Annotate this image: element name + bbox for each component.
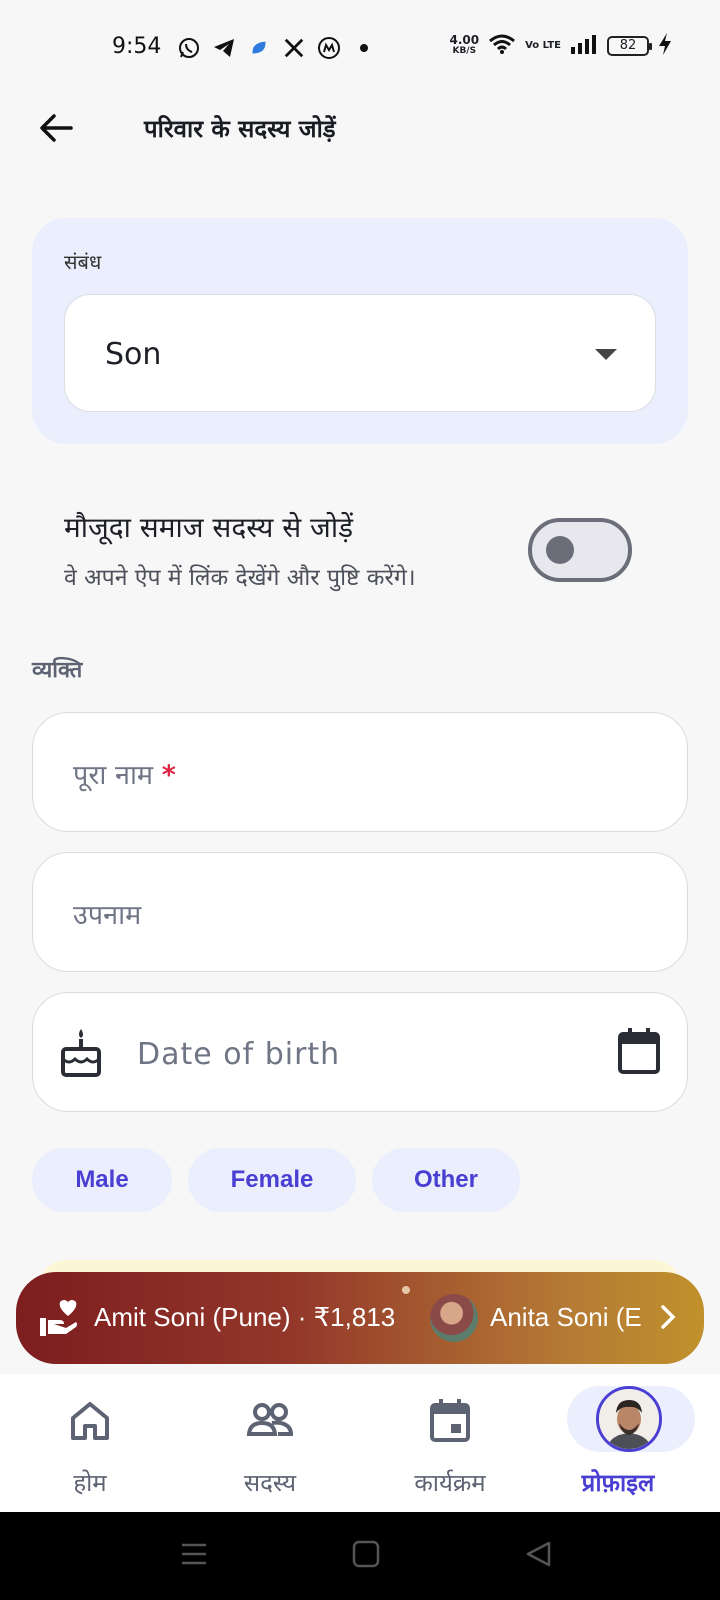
arrow-left-icon bbox=[40, 114, 73, 142]
gender-chip-female[interactable]: Female bbox=[188, 1148, 356, 1212]
cake-icon bbox=[61, 1029, 101, 1077]
nav-label-profile: प्रोफ़ाइल bbox=[581, 1469, 655, 1497]
x-icon bbox=[281, 35, 306, 60]
nickname-placeholder: उपनाम bbox=[73, 900, 142, 931]
date-of-birth-input[interactable]: Date of birth bbox=[32, 992, 688, 1112]
net-speed: 4.00 KB/S bbox=[449, 33, 480, 56]
notification-icons bbox=[176, 35, 376, 60]
full-name-placeholder: पूरा नाम * bbox=[73, 760, 176, 791]
system-indicators: 4.00 KB/S Vo LTE 82 bbox=[449, 33, 672, 59]
person-section-label: व्यक्ति bbox=[32, 658, 83, 683]
nav-label-events: कार्यक्रम bbox=[414, 1469, 486, 1497]
app-blue-icon bbox=[246, 35, 271, 60]
link-member-title: मौजूदा समाज सदस्य से जोड़ें bbox=[64, 511, 354, 544]
nav-item-home[interactable]: होम bbox=[0, 1374, 180, 1512]
charging-icon bbox=[658, 33, 672, 59]
full-name-input[interactable]: पूरा नाम * bbox=[32, 712, 688, 832]
donation-ticker[interactable]: Amit Soni (Pune) · ₹1,813 Anita Soni (E bbox=[16, 1272, 704, 1364]
dob-placeholder: Date of birth bbox=[137, 1037, 341, 1072]
wifi-icon bbox=[488, 33, 516, 59]
back-button[interactable] bbox=[36, 108, 76, 148]
ticker-item-1: Amit Soni (Pune) · ₹1,813 bbox=[94, 1302, 396, 1332]
page-title: परिवार के सदस्य जोड़ें bbox=[144, 115, 336, 143]
toggle-knob bbox=[546, 536, 574, 564]
members-icon bbox=[246, 1403, 294, 1436]
relation-label: संबंध bbox=[64, 250, 102, 274]
gender-chip-male[interactable]: Male bbox=[32, 1148, 172, 1212]
whatsapp-icon bbox=[176, 35, 201, 60]
back-triangle-icon[interactable] bbox=[524, 1540, 552, 1568]
calendar-event-icon bbox=[430, 1399, 470, 1442]
volte-indicator: Vo LTE bbox=[525, 40, 561, 51]
home-icon bbox=[71, 1402, 109, 1440]
nav-item-members[interactable]: सदस्य bbox=[180, 1374, 360, 1512]
relation-card: संबंध Son bbox=[32, 218, 688, 444]
donor-avatar bbox=[430, 1294, 478, 1342]
nav-label-home: होम bbox=[73, 1469, 107, 1497]
home-square-icon[interactable] bbox=[352, 1540, 380, 1568]
more-notifications-dot-icon bbox=[351, 35, 376, 60]
required-mark: * bbox=[161, 760, 176, 791]
telegram-icon bbox=[211, 35, 236, 60]
battery-indicator: 82 bbox=[607, 36, 652, 56]
link-member-subtitle: वे अपने ऐप में लिंक देखेंगे और पुष्टि कर… bbox=[64, 565, 416, 591]
gender-chip-other[interactable]: Other bbox=[372, 1148, 520, 1212]
relation-dropdown[interactable]: Son bbox=[64, 294, 656, 412]
ticker-item-2: Anita Soni (E bbox=[490, 1302, 642, 1332]
gender-chips: Male Female Other bbox=[32, 1148, 520, 1212]
nav-item-profile[interactable]: प्रोफ़ाइल bbox=[528, 1374, 708, 1512]
system-nav-bar bbox=[0, 1512, 720, 1600]
dropdown-caret-icon bbox=[595, 349, 617, 360]
ticker-separator-dot bbox=[402, 1286, 410, 1294]
recents-menu-icon[interactable] bbox=[180, 1540, 208, 1568]
donate-heart-hand-icon bbox=[40, 1300, 77, 1336]
nav-item-events[interactable]: कार्यक्रम bbox=[360, 1374, 540, 1512]
nav-label-members: सदस्य bbox=[243, 1469, 297, 1497]
link-member-toggle[interactable] bbox=[528, 518, 632, 582]
calendar-icon[interactable] bbox=[617, 1027, 661, 1075]
nickname-input[interactable]: उपनाम bbox=[32, 852, 688, 972]
signal-icon bbox=[570, 34, 598, 58]
relation-selected-value: Son bbox=[105, 337, 162, 372]
app-m-icon bbox=[316, 35, 341, 60]
status-time: 9:54 bbox=[112, 34, 162, 59]
status-bar: 9:54 4.00 KB/S Vo LTE 82 bbox=[0, 0, 720, 96]
chevron-right-icon[interactable] bbox=[658, 1302, 680, 1332]
bottom-navigation: होम सदस्य कार्यक्रम प्रोफ़ाइल bbox=[0, 1374, 720, 1512]
